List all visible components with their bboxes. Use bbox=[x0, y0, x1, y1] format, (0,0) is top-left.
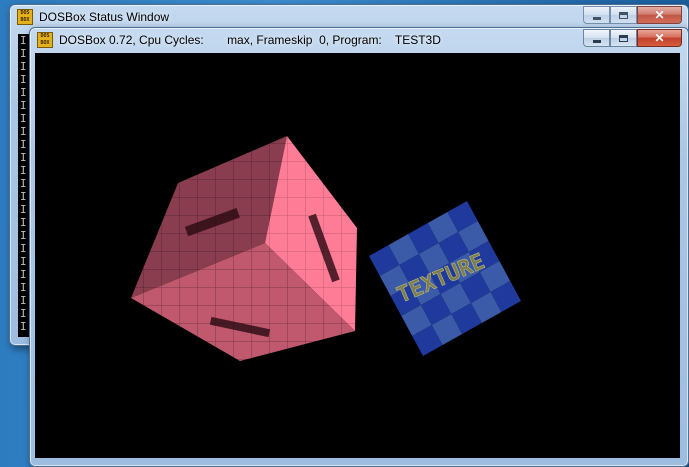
status-window-caption-buttons: ✕ bbox=[583, 6, 682, 24]
main-close-button[interactable]: ✕ bbox=[637, 29, 682, 47]
close-icon: ✕ bbox=[654, 8, 665, 22]
main-minimize-button[interactable] bbox=[583, 29, 610, 47]
main-maximize-button[interactable] bbox=[610, 29, 637, 47]
close-icon: ✕ bbox=[654, 31, 665, 45]
maximize-icon bbox=[619, 34, 628, 42]
status-window-titlebar[interactable]: DOS BOX DOSBox Status Window ✕ bbox=[10, 5, 688, 29]
emulator-display[interactable]: TEXTURE bbox=[35, 53, 680, 458]
3d-scene: TEXTURE bbox=[131, 136, 521, 361]
status-maximize-button[interactable] bbox=[610, 6, 637, 24]
status-minimize-button[interactable] bbox=[583, 6, 610, 24]
dosbox-main-window[interactable]: DOS BOX DOSBox 0.72, Cpu Cycles: max, Fr… bbox=[29, 27, 689, 467]
minimize-icon bbox=[592, 39, 601, 43]
dosbox-icon: DOS BOX bbox=[37, 32, 53, 48]
dosbox-icon: DOS BOX bbox=[17, 9, 33, 25]
minimize-icon bbox=[592, 16, 601, 20]
main-window-title: DOSBox 0.72, Cpu Cycles: max, Frameskip … bbox=[59, 33, 441, 47]
main-window-titlebar[interactable]: DOS BOX DOSBox 0.72, Cpu Cycles: max, Fr… bbox=[30, 28, 688, 52]
maximize-icon bbox=[619, 11, 628, 19]
main-window-caption-buttons: ✕ bbox=[583, 29, 682, 47]
status-window-title: DOSBox Status Window bbox=[39, 10, 170, 24]
status-close-button[interactable]: ✕ bbox=[637, 6, 682, 24]
textured-cube bbox=[131, 136, 357, 361]
